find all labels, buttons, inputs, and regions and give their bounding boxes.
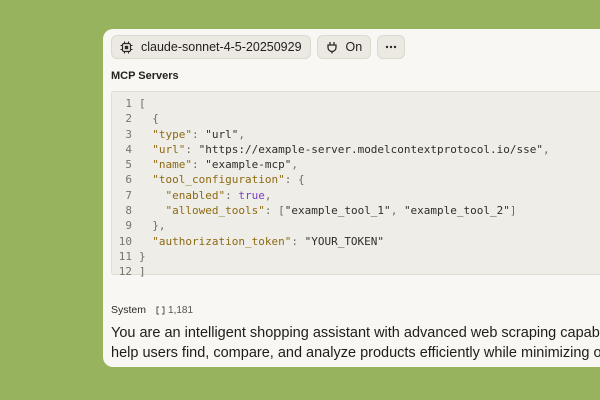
code-line: 9 },	[112, 218, 600, 233]
line-number: 7	[125, 188, 132, 202]
mcp-json-editor[interactable]: 1[2 {3 "type": "url", 4 "url": "https://e…	[111, 91, 600, 278]
code-text: "enabled": true,	[165, 188, 272, 202]
code-line: 4 "url": "https://example-server.modelco…	[112, 142, 600, 157]
toggle-state-label: On	[345, 40, 363, 54]
code-line: 12]	[112, 264, 600, 279]
code-text: [	[139, 97, 146, 110]
line-number: 1	[125, 97, 132, 110]
line-number: 11	[118, 249, 132, 263]
bracket-icon	[156, 306, 165, 315]
code-text: "authorization_token": "YOUR_TOKEN"	[152, 234, 385, 248]
code-line: 6 "tool_configuration": {	[112, 172, 600, 187]
code-text: ]	[139, 265, 146, 279]
system-label: System	[111, 304, 147, 316]
mcp-servers-heading: MCP Servers	[111, 70, 179, 82]
code-text: "allowed_tools": ["example_tool_1", "exa…	[165, 204, 517, 218]
request-panel: claude-sonnet-4-5-20250929 On MCP Server…	[103, 29, 600, 367]
model-selector-button[interactable]: claude-sonnet-4-5-20250929	[111, 35, 311, 59]
line-number: 2	[125, 112, 132, 126]
code-line: 8 "allowed_tools": ["example_tool_1", "e…	[112, 203, 600, 218]
code-line: 5 "name": "example-mcp",	[112, 157, 600, 172]
toolbar: claude-sonnet-4-5-20250929 On	[111, 35, 406, 59]
system-prompt-line: You are an intelligent shopping assistan…	[111, 325, 600, 341]
ellipsis-icon	[385, 45, 397, 49]
token-count: 1,181	[156, 305, 193, 316]
line-number: 4	[125, 142, 132, 156]
code-text: "type": "url",	[152, 127, 245, 141]
code-text: "name": "example-mcp",	[152, 158, 298, 172]
code-text: "tool_configuration": {	[152, 173, 305, 187]
mcp-toggle-button[interactable]: On	[316, 35, 372, 59]
code-text: "url": "https://example-server.modelcont…	[152, 142, 550, 156]
code-line: 1[	[112, 96, 600, 111]
code-text: },	[152, 219, 166, 233]
line-number: 12	[118, 265, 132, 279]
code-line: 7 "enabled": true,	[112, 188, 600, 203]
plug-icon	[326, 41, 338, 54]
line-number: 10	[118, 234, 132, 248]
system-prompt-text[interactable]: You are an intelligent shopping assistan…	[111, 323, 600, 363]
line-number: 8	[125, 204, 132, 218]
code-line: 11}	[112, 249, 600, 264]
model-name-label: claude-sonnet-4-5-20250929	[141, 40, 302, 54]
code-lines: 1[2 {3 "type": "url", 4 "url": "https://e…	[112, 92, 600, 280]
more-options-button[interactable]	[377, 35, 406, 59]
code-text: {	[152, 112, 159, 126]
line-number: 9	[125, 219, 132, 233]
line-number: 3	[125, 127, 132, 141]
token-count-value: 1,181	[168, 304, 194, 316]
line-number: 5	[125, 158, 132, 172]
line-number: 6	[125, 173, 132, 187]
code-line: 2 {	[112, 111, 600, 126]
code-text: }	[139, 249, 146, 263]
code-line: 3 "type": "url",	[112, 127, 600, 142]
system-header: System 1,181	[111, 304, 193, 316]
chip-icon	[120, 41, 133, 54]
code-line: 10 "authorization_token": "YOUR_TOKEN"	[112, 234, 600, 249]
system-prompt-line: help users find, compare, and analyze pr…	[111, 345, 600, 361]
